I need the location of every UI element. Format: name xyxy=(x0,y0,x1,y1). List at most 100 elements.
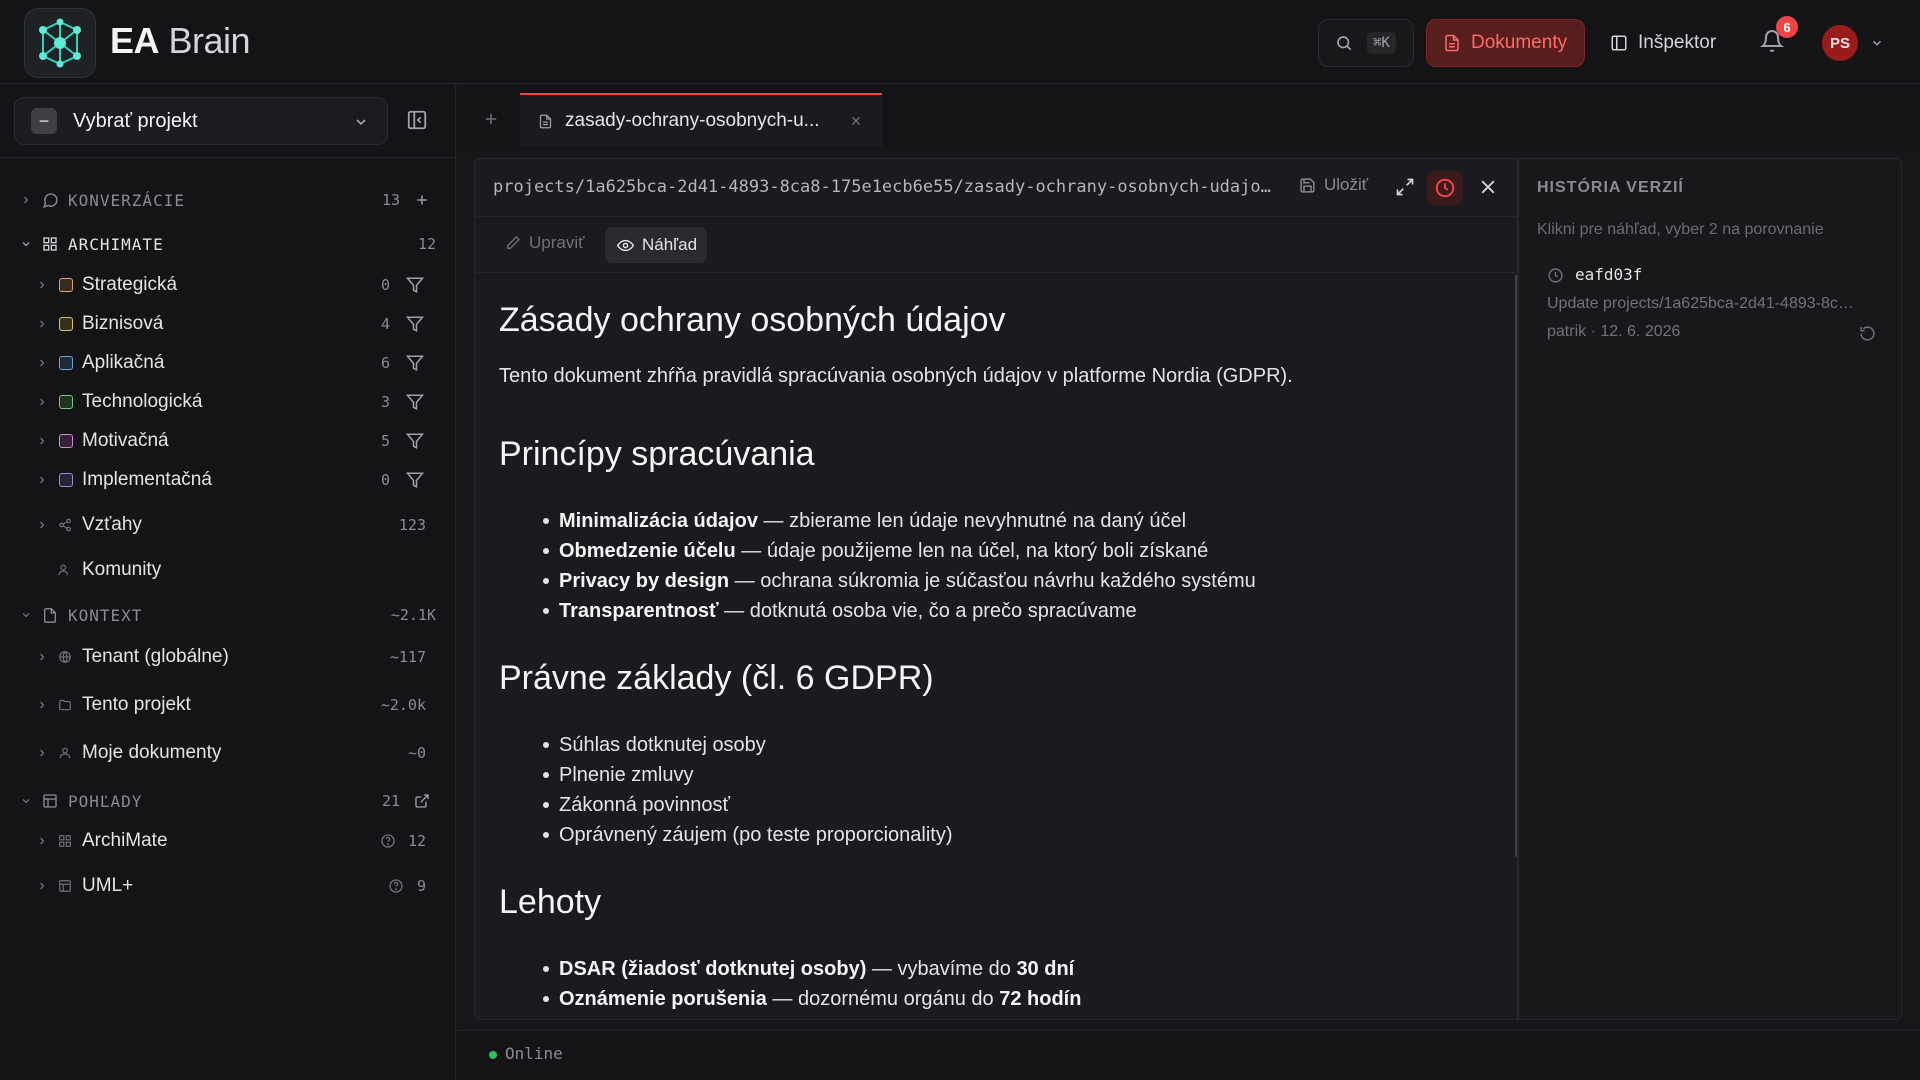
project-select[interactable]: − Vybrať projekt xyxy=(14,97,388,145)
chevron-right-icon xyxy=(40,837,45,845)
share-nodes-icon xyxy=(59,518,71,532)
inspector-label: Inšpektor xyxy=(1638,32,1717,53)
clock-icon xyxy=(1435,178,1455,198)
sidebar-item-relations[interactable]: Vzťahy 123 xyxy=(0,508,456,542)
chevron-down-icon xyxy=(22,613,30,618)
list-item-bold: Privacy by design xyxy=(559,570,730,592)
context-item-my-documents[interactable]: Moje dokumenty ~0 xyxy=(0,736,456,770)
list-item-bold: 72 hodín xyxy=(999,988,1082,1010)
filter-icon[interactable] xyxy=(406,471,424,489)
chevron-right-icon xyxy=(40,749,45,757)
chevron-right-icon xyxy=(40,653,45,661)
section-label: KONVERZÁCIE xyxy=(68,190,185,210)
chevron-down-icon xyxy=(22,242,30,247)
list-item: Zákonná povinnosť xyxy=(543,790,953,820)
version-history-button[interactable] xyxy=(1427,171,1463,205)
layer-count: 0 xyxy=(380,471,390,489)
sidebar: − Vybrať projekt KONVERZÁCIE 13 ARCHIMAT… xyxy=(0,85,456,1080)
list-item-text: — vybavíme do xyxy=(866,958,1017,980)
relations-count: 123 xyxy=(398,516,426,534)
tab-label: zasady-ochrany-osobnych-u... xyxy=(565,110,820,131)
layer-color-swatch xyxy=(59,278,73,292)
views-item-uml[interactable]: UML+ 9 xyxy=(0,869,456,903)
section-label: KONTEXT xyxy=(68,605,143,625)
edit-mode-button[interactable]: Upraviť xyxy=(505,233,585,253)
chevron-down-icon xyxy=(356,119,366,126)
users-icon xyxy=(58,564,68,576)
preview-mode-button[interactable]: Náhľad xyxy=(605,227,707,263)
layer-label: Implementačná xyxy=(82,469,212,490)
new-tab-plus-icon[interactable] xyxy=(482,110,500,128)
legal-basis-list: Súhlas dotknutej osoby Plnenie zmluvy Zá… xyxy=(543,730,953,850)
section-conversations[interactable]: KONVERZÁCIE 13 xyxy=(0,183,456,217)
external-link-icon[interactable] xyxy=(414,793,430,809)
chevron-right-icon xyxy=(40,521,45,529)
views-label: ArchiMate xyxy=(82,830,168,851)
close-icon[interactable] xyxy=(1478,177,1498,197)
close-icon[interactable] xyxy=(850,115,862,127)
history-title: HISTÓRIA VERZIÍ xyxy=(1537,179,1684,196)
views-label: UML+ xyxy=(82,875,134,896)
save-button[interactable]: Uložiť xyxy=(1299,175,1368,195)
layer-color-swatch xyxy=(59,356,73,370)
section-archimate[interactable]: ARCHIMATE 12 xyxy=(0,227,456,261)
notifications-badge: 6 xyxy=(1776,16,1798,38)
document-editor: projects/1a625bca-2d41-4893-8ca8-175e1ec… xyxy=(474,158,1518,1020)
file-icon xyxy=(44,607,56,623)
sidebar-divider xyxy=(0,157,456,158)
context-item-project[interactable]: Tento projekt ~2.0k xyxy=(0,688,456,722)
list-item-bold: Oznámenie porušenia xyxy=(559,988,767,1010)
tab-document[interactable]: zasady-ochrany-osobnych-u... xyxy=(520,93,882,147)
grid-icon xyxy=(59,835,71,847)
layer-item-motivation[interactable]: Motivačná 5 xyxy=(0,424,456,458)
filter-icon[interactable] xyxy=(406,276,424,294)
expand-icon[interactable] xyxy=(1395,177,1415,197)
inspector-button[interactable]: Inšpektor xyxy=(1610,19,1716,67)
layer-count: 0 xyxy=(380,276,390,294)
search-button[interactable]: ⌘K xyxy=(1318,19,1414,67)
filter-icon[interactable] xyxy=(406,393,424,411)
help-circle-icon[interactable] xyxy=(388,878,404,894)
help-circle-icon[interactable] xyxy=(380,833,396,849)
context-count: ~117 xyxy=(389,648,426,666)
commit-hash: eafd03f xyxy=(1575,265,1643,284)
plus-icon[interactable] xyxy=(414,192,430,208)
documents-label: Dokumenty xyxy=(1471,32,1568,53)
list-item-text: — zbierame len údaje nevyhnutné na daný … xyxy=(757,510,1187,532)
section-views[interactable]: POHĽADY 21 xyxy=(0,784,456,818)
filter-icon[interactable] xyxy=(406,432,424,450)
app-logo[interactable] xyxy=(24,8,96,78)
section-label: ARCHIMATE xyxy=(68,234,164,254)
layer-item-application[interactable]: Aplikačná 6 xyxy=(0,346,456,380)
chevron-down-icon[interactable] xyxy=(1870,36,1884,50)
layer-count: 6 xyxy=(380,354,390,372)
restore-icon[interactable] xyxy=(1859,325,1876,342)
document-icon xyxy=(1445,34,1459,52)
list-item: Minimalizácia údajov — zbierame len údaj… xyxy=(543,506,1256,536)
filter-icon[interactable] xyxy=(406,354,424,372)
user-icon xyxy=(59,747,71,759)
documents-button[interactable]: Dokumenty xyxy=(1426,19,1585,67)
context-item-tenant[interactable]: Tenant (globálne) ~117 xyxy=(0,640,456,674)
views-item-archimate[interactable]: ArchiMate 12 xyxy=(0,824,456,858)
layer-item-technology[interactable]: Technologická 3 xyxy=(0,385,456,419)
collapse-sidebar-icon[interactable] xyxy=(406,109,428,131)
context-label: Tento projekt xyxy=(82,694,191,715)
layer-item-implementation[interactable]: Implementačná 0 xyxy=(0,463,456,497)
chevron-right-icon xyxy=(40,359,45,367)
network-logo-icon xyxy=(39,18,81,68)
top-bar: EA Brain ⌘K Dokumenty Inšpektor 6 PS xyxy=(0,0,1920,84)
user-avatar[interactable]: PS xyxy=(1822,25,1858,61)
chevron-right-icon xyxy=(40,320,45,328)
section-heading: Lehoty xyxy=(499,883,602,921)
layer-color-swatch xyxy=(59,434,73,448)
layer-item-strategic[interactable]: Strategická 0 xyxy=(0,268,456,302)
layer-item-business[interactable]: Biznisová 4 xyxy=(0,307,456,341)
sidebar-item-communities[interactable]: Komunity xyxy=(0,553,456,587)
layer-color-swatch xyxy=(59,317,73,331)
filter-icon[interactable] xyxy=(406,315,424,333)
grid-icon xyxy=(43,237,57,251)
layer-count: 3 xyxy=(380,393,390,411)
deadlines-list: DSAR (žiadosť dotknutej osoby) — vybavím… xyxy=(542,954,1082,1014)
section-context[interactable]: KONTEXT ~2.1K xyxy=(0,598,456,632)
